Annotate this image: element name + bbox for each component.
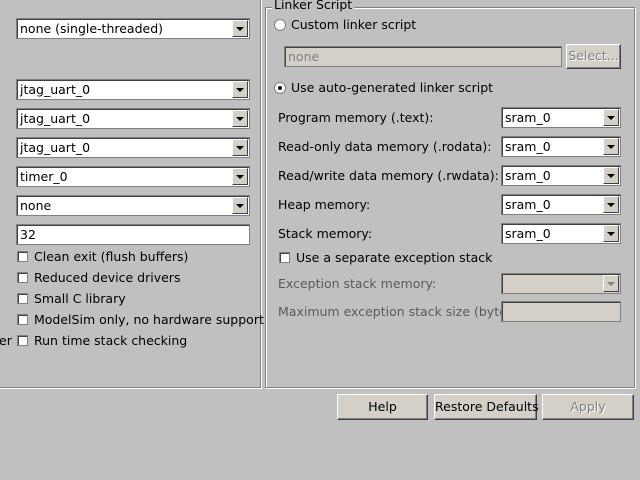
stdin-select[interactable]: jtag_uart_0 xyxy=(16,79,250,100)
heap-memory-select[interactable]: sram_0 xyxy=(501,194,621,215)
modelsim-only-checkbox[interactable] xyxy=(17,314,28,325)
stack-memory-select[interactable]: sram_0 xyxy=(501,223,621,244)
chevron-down-icon[interactable] xyxy=(232,20,248,37)
max-file-descriptors-value: 32 xyxy=(20,227,36,242)
chevron-down-icon[interactable] xyxy=(232,81,248,98)
chevron-down-icon[interactable] xyxy=(603,225,619,242)
reduced-drivers-label: Reduced device drivers xyxy=(34,270,181,285)
exception-stack-memory-select[interactable] xyxy=(501,273,621,294)
max-file-descriptors-input[interactable]: 32 xyxy=(16,224,250,245)
exception-stack-memory-label: Exception stack memory: xyxy=(278,276,437,291)
max-exception-stack-input[interactable] xyxy=(501,301,621,322)
modelsim-only-label: ModelSim only, no hardware support xyxy=(34,312,264,327)
stdout-select[interactable]: jtag_uart_0 xyxy=(16,108,250,129)
max-exception-stack-label: Maximum exception stack size (bytes): xyxy=(278,304,523,319)
chevron-down-icon[interactable] xyxy=(232,168,248,185)
custom-linker-path-input[interactable]: none xyxy=(284,46,562,67)
heap-memory-label: Heap memory: xyxy=(278,197,371,212)
system-settings-group xyxy=(0,0,261,388)
restore-defaults-button[interactable]: Restore Defaults xyxy=(434,394,539,420)
rodata-memory-value: sram_0 xyxy=(505,139,551,154)
stdout-value: jtag_uart_0 xyxy=(20,111,91,126)
help-button[interactable]: Help xyxy=(337,394,428,420)
select-button[interactable]: Select... xyxy=(566,44,621,69)
rwdata-memory-select[interactable]: sram_0 xyxy=(501,165,621,186)
stderr-select[interactable]: jtag_uart_0 xyxy=(16,137,250,158)
program-memory-value: sram_0 xyxy=(505,110,551,125)
auto-linker-label[interactable]: Use auto-generated linker script xyxy=(291,80,493,96)
stack-memory-value: sram_0 xyxy=(505,226,551,241)
stack-checking-label: Run time stack checking xyxy=(34,333,188,348)
chevron-down-icon[interactable] xyxy=(603,138,619,155)
custom-linker-label[interactable]: Custom linker script xyxy=(291,17,416,33)
rodata-memory-select[interactable]: sram_0 xyxy=(501,136,621,157)
stack-memory-label: Stack memory: xyxy=(278,226,373,241)
chevron-down-icon[interactable] xyxy=(603,275,619,292)
small-c-library-label: Small C library xyxy=(34,291,126,306)
timestamp-timer-select[interactable]: none xyxy=(16,195,250,216)
rwdata-memory-label: Read/write data memory (.rwdata): xyxy=(278,168,499,183)
program-memory-select[interactable]: sram_0 xyxy=(501,107,621,128)
stderr-value: jtag_uart_0 xyxy=(20,140,91,155)
sys-clk-timer-value: timer_0 xyxy=(20,169,68,184)
thread-mode-select[interactable]: none (single-threaded) xyxy=(16,18,250,39)
custom-linker-radio[interactable] xyxy=(274,19,286,31)
rwdata-memory-value: sram_0 xyxy=(505,168,551,183)
chevron-down-icon[interactable] xyxy=(232,197,248,214)
linker-script-title: Linker Script xyxy=(272,0,355,12)
stdin-value: jtag_uart_0 xyxy=(20,82,91,97)
chevron-down-icon[interactable] xyxy=(603,167,619,184)
cut-off-label: er xyxy=(0,333,12,348)
clean-exit-checkbox[interactable] xyxy=(17,251,28,262)
sys-clk-timer-select[interactable]: timer_0 xyxy=(16,166,250,187)
chevron-down-icon[interactable] xyxy=(603,109,619,126)
auto-linker-radio[interactable] xyxy=(274,82,286,94)
reduced-drivers-checkbox[interactable] xyxy=(17,272,28,283)
program-memory-label: Program memory (.text): xyxy=(278,110,434,125)
chevron-down-icon[interactable] xyxy=(232,110,248,127)
clean-exit-label: Clean exit (flush buffers) xyxy=(34,249,189,264)
chevron-down-icon[interactable] xyxy=(603,196,619,213)
separate-exception-stack-label: Use a separate exception stack xyxy=(296,250,493,265)
chevron-down-icon[interactable] xyxy=(232,139,248,156)
thread-mode-value: none (single-threaded) xyxy=(20,21,164,36)
heap-memory-value: sram_0 xyxy=(505,197,551,212)
apply-button[interactable]: Apply xyxy=(542,394,634,420)
custom-linker-path-placeholder: none xyxy=(288,49,320,64)
stack-checking-checkbox[interactable] xyxy=(17,335,28,346)
rodata-memory-label: Read-only data memory (.rodata): xyxy=(278,139,492,154)
separate-exception-stack-checkbox[interactable] xyxy=(279,252,290,263)
timestamp-timer-value: none xyxy=(20,198,52,213)
small-c-library-checkbox[interactable] xyxy=(17,293,28,304)
